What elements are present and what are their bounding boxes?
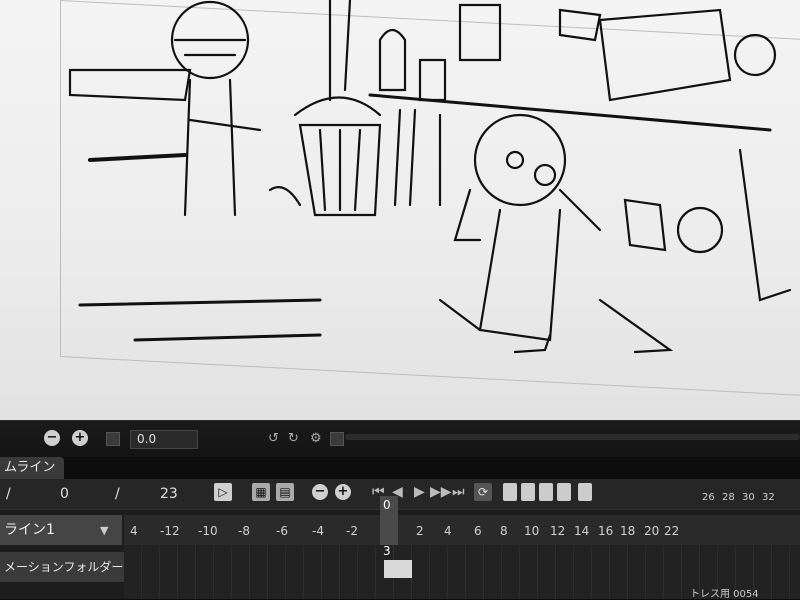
ruler-tick: -10 (198, 524, 218, 538)
new-cell-icon[interactable] (503, 483, 517, 501)
drawing-canvas[interactable] (0, 0, 800, 420)
rotate-left-icon[interactable]: ↺ (268, 431, 279, 446)
frame-separator-2: / (115, 486, 120, 502)
ruler-tick: 4 (444, 524, 452, 538)
zoom-in-button[interactable]: + (72, 430, 88, 446)
ruler-tick: 18 (620, 524, 636, 538)
total-frames-field[interactable]: 23 (160, 486, 178, 502)
cell-status-text: トレス用 0054 (690, 589, 759, 600)
ruler-tick: -2 (346, 524, 358, 538)
ruler-tick: 14 (574, 524, 590, 538)
delete-cell-icon[interactable] (557, 483, 571, 501)
timeline-panel-tab[interactable]: ムライン (0, 457, 64, 479)
onion-skin-icon[interactable]: ▦ (252, 483, 270, 501)
cell-number: 3 (383, 544, 391, 558)
zoom-out-button[interactable]: − (44, 430, 60, 446)
ruler-tick: -12 (160, 524, 180, 538)
animation-folder-name[interactable]: メーションフォルダー：1 (0, 552, 128, 582)
play-button[interactable]: ▶ (414, 484, 425, 500)
ruler-tick: -8 (238, 524, 250, 538)
timeline-zoom-out-button[interactable]: − (312, 484, 328, 500)
ruler-tick: 32 (762, 492, 775, 503)
ruler-tick: 20 (644, 524, 660, 538)
copy-cell-icon[interactable] (521, 483, 535, 501)
playhead-frame: 0 (383, 498, 391, 512)
ruler-tick: 2 (416, 524, 424, 538)
zoom-value-field[interactable]: 0.0 (130, 430, 198, 449)
ruler-tick: 6 (474, 524, 482, 538)
frame-separator: / (6, 486, 11, 502)
ruler-tick: 8 (500, 524, 508, 538)
gear-icon[interactable]: ⚙ (310, 431, 322, 446)
cell-settings-icon[interactable] (578, 483, 592, 501)
ruler-tick: 10 (524, 524, 540, 538)
ruler-tick: 30 (742, 492, 755, 503)
ruler-tick: 4 (130, 524, 138, 538)
link-cell-icon[interactable] (539, 483, 553, 501)
loop-icon[interactable]: ⟳ (474, 483, 492, 501)
last-frame-button[interactable]: ⏭ (452, 484, 465, 500)
timeline-zoom-in-button[interactable]: + (335, 484, 351, 500)
ruler-tick: 16 (598, 524, 614, 538)
horizontal-scrollbar[interactable] (345, 434, 800, 440)
timeline-ruler[interactable] (124, 515, 800, 545)
ruler-tick: 26 (702, 492, 715, 503)
current-frame-field[interactable]: 0 (60, 486, 69, 502)
ruler-tick: -4 (312, 524, 324, 538)
chevron-down-icon[interactable]: ▼ (100, 524, 108, 537)
next-frame-button[interactable]: ▶▶ (430, 484, 452, 500)
animation-cell[interactable] (384, 560, 412, 578)
ruler-tick: 12 (550, 524, 566, 538)
reset-view-button[interactable] (330, 432, 344, 446)
rotate-right-icon[interactable]: ↻ (288, 431, 299, 446)
ruler-tick: 28 (722, 492, 735, 503)
ruler-tick: -6 (276, 524, 288, 538)
fit-view-button[interactable] (106, 432, 120, 446)
sketch-artwork (68, 0, 792, 354)
play-settings-icon[interactable]: ▷ (214, 483, 232, 501)
light-table-icon[interactable]: ▤ (276, 483, 294, 501)
ruler-tick: 22 (664, 524, 680, 538)
